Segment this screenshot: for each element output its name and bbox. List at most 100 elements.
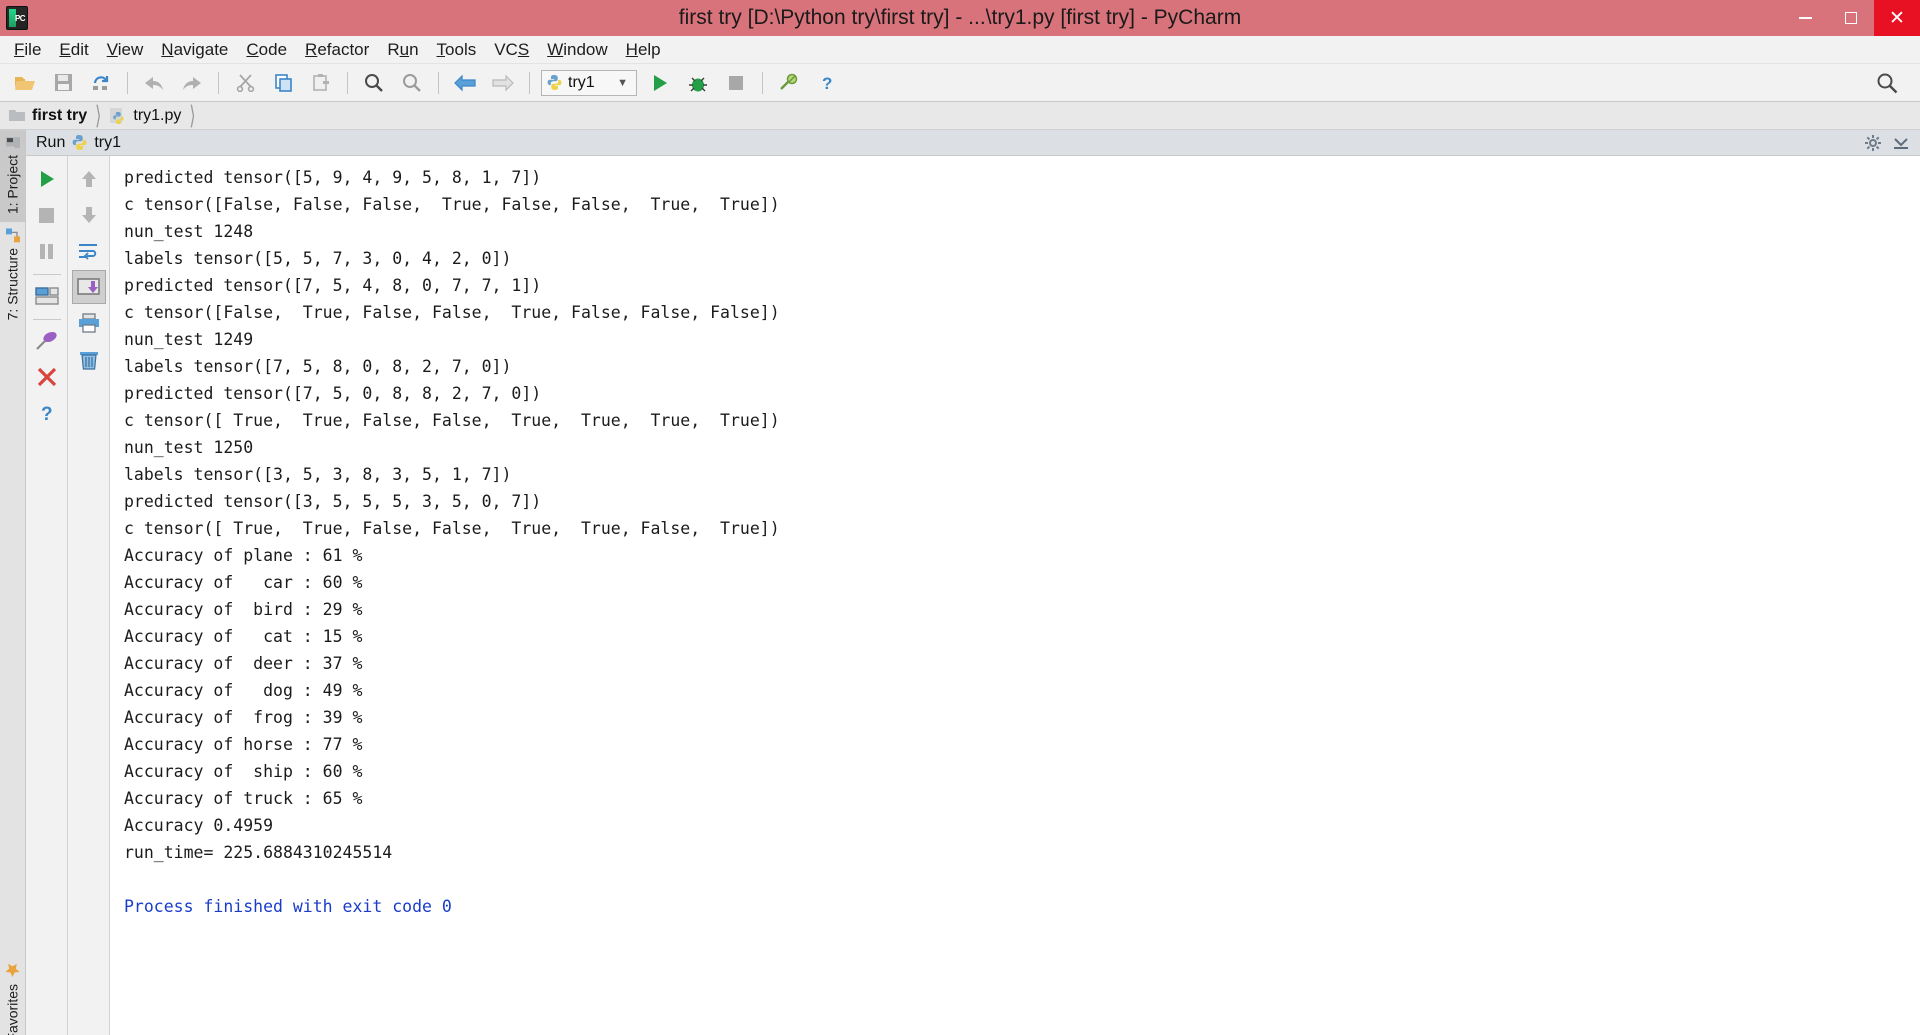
left-tool-window-bar: 1: Project 7: Structure 2: Favorites — [0, 130, 26, 1035]
stop-button[interactable] — [30, 198, 64, 232]
maximize-button[interactable] — [1828, 0, 1874, 36]
menu-refactor[interactable]: Refactor — [296, 37, 378, 63]
menu-file[interactable]: File — [5, 37, 50, 63]
console-line: labels tensor([5, 5, 7, 3, 0, 4, 2, 0]) — [124, 249, 512, 268]
title-bar: PC first try [D:\Python try\first try] -… — [0, 0, 1920, 36]
console-line: Accuracy of plane : 61 % — [124, 546, 363, 565]
run-window-header-actions — [1864, 134, 1920, 152]
hide-icon[interactable] — [1892, 134, 1910, 152]
console-line: c tensor([False, False, False, True, Fal… — [124, 195, 780, 214]
breadcrumb-separator-icon: ⟩ — [189, 102, 196, 130]
close-button[interactable]: ✕ — [1874, 0, 1920, 36]
toolbar-right-group — [1868, 68, 1914, 98]
run-actions-left: ? — [26, 156, 68, 1035]
menu-navigate[interactable]: Navigate — [152, 37, 237, 63]
run-actions-right — [68, 156, 110, 1035]
breadcrumb-label: try1.py — [133, 106, 182, 124]
folder-icon — [8, 108, 26, 123]
help-button[interactable]: ? — [810, 68, 844, 98]
back-icon[interactable] — [448, 68, 482, 98]
console-line: Accuracy of truck : 65 % — [124, 789, 363, 808]
gear-icon[interactable] — [1864, 134, 1882, 152]
debug-button[interactable] — [681, 68, 715, 98]
toolbar-separator — [438, 71, 439, 94]
menu-view[interactable]: View — [98, 37, 153, 63]
redo-icon[interactable] — [175, 68, 209, 98]
printer-icon[interactable] — [72, 306, 106, 340]
structure-icon — [5, 228, 20, 243]
star-icon — [4, 961, 21, 978]
undo-icon[interactable] — [137, 68, 171, 98]
console-line: Accuracy of bird : 29 % — [124, 600, 363, 619]
menu-vcs[interactable]: VCS — [485, 37, 538, 63]
console-line: predicted tensor([7, 5, 0, 8, 8, 2, 7, 0… — [124, 384, 542, 403]
chevron-down-icon[interactable]: ▼ — [617, 77, 628, 89]
main-toolbar: try1 ▼ ? — [0, 64, 1920, 102]
copy-icon[interactable] — [266, 68, 300, 98]
menu-code[interactable]: Code — [237, 37, 296, 63]
menu-run[interactable]: Run — [378, 37, 427, 63]
coverage-button[interactable] — [772, 68, 806, 98]
sidebar-item-label: 7: Structure — [4, 248, 21, 321]
menu-window[interactable]: Window — [538, 37, 616, 63]
console-line: nun_test 1248 — [124, 222, 254, 241]
scroll-down-button[interactable] — [72, 198, 106, 232]
sidebar-item-structure[interactable]: 7: Structure — [0, 222, 25, 328]
show-layout-button[interactable] — [30, 279, 64, 313]
save-all-icon[interactable] — [46, 68, 80, 98]
svg-text:?: ? — [822, 74, 832, 93]
sidebar-item-project[interactable]: 1: Project — [0, 130, 25, 223]
run-window-config-name[interactable]: try1 — [94, 134, 121, 152]
sidebar-item-label: 2: Favorites — [4, 983, 21, 1035]
close-icon: ✕ — [1889, 7, 1905, 29]
soft-wrap-icon[interactable] — [72, 234, 106, 268]
trash-icon[interactable] — [72, 342, 106, 376]
menu-tools[interactable]: Tools — [428, 37, 486, 63]
forward-icon[interactable] — [486, 68, 520, 98]
run-tool-window: Run try1 ? predicted tensor([5, 9, 4, 9,… — [26, 130, 1920, 1035]
console-line: Accuracy of dog : 49 % — [124, 681, 363, 700]
scroll-up-button[interactable] — [72, 162, 106, 196]
paste-icon[interactable] — [304, 68, 338, 98]
window-title: first try [D:\Python try\first try] - ..… — [678, 6, 1242, 29]
replace-icon[interactable] — [395, 68, 429, 98]
search-everywhere-icon[interactable] — [1870, 68, 1904, 98]
console-line: Accuracy of car : 60 % — [124, 573, 363, 592]
sync-refresh-icon[interactable] — [84, 68, 118, 98]
run-window-title: Run — [36, 133, 66, 151]
sidebar-item-favorites[interactable]: 2: Favorites — [0, 955, 25, 1035]
menu-bar: File Edit View Navigate Code Refactor Ru… — [0, 36, 1920, 64]
pycharm-logo-text: PC — [14, 13, 26, 23]
console-line: labels tensor([3, 5, 3, 8, 3, 5, 1, 7]) — [124, 465, 512, 484]
console-line: nun_test 1249 — [124, 330, 254, 349]
console-line: Accuracy of ship : 60 % — [124, 762, 363, 781]
menu-help[interactable]: Help — [617, 37, 670, 63]
breadcrumb-item-project[interactable]: first try — [8, 107, 87, 125]
run-configuration-selector[interactable]: try1 ▼ — [541, 69, 637, 96]
close-button[interactable] — [30, 360, 64, 394]
help-button[interactable]: ? — [30, 396, 64, 430]
pause-button[interactable] — [30, 234, 64, 268]
console-output[interactable]: predicted tensor([5, 9, 4, 9, 5, 8, 1, 7… — [110, 156, 1920, 1035]
scroll-to-end-button[interactable] — [71, 270, 106, 304]
minimize-button[interactable] — [1782, 0, 1828, 36]
project-icon — [5, 136, 20, 149]
sidebar-item-label: 1: Project — [4, 155, 21, 215]
menu-edit[interactable]: Edit — [50, 37, 97, 63]
find-icon[interactable] — [357, 68, 391, 98]
run-tool-window-body: ? predicted tensor([5, 9, 4, 9, 5, 8, 1,… — [26, 156, 1920, 1035]
cut-icon[interactable] — [228, 68, 262, 98]
open-folder-icon[interactable] — [8, 68, 42, 98]
console-line: run_time= 225.6884310245514 — [124, 843, 393, 862]
stop-button[interactable] — [719, 68, 753, 98]
breadcrumb: first try ⟩ try1.py ⟩ — [0, 102, 1920, 130]
maximize-icon — [1845, 12, 1857, 24]
run-button[interactable] — [643, 68, 677, 98]
minimize-icon — [1798, 17, 1812, 19]
breadcrumb-item-file[interactable]: try1.py — [109, 107, 181, 125]
pin-button[interactable] — [30, 324, 64, 358]
action-separator — [32, 274, 61, 275]
python-icon — [71, 134, 88, 151]
rerun-button[interactable] — [30, 162, 64, 196]
